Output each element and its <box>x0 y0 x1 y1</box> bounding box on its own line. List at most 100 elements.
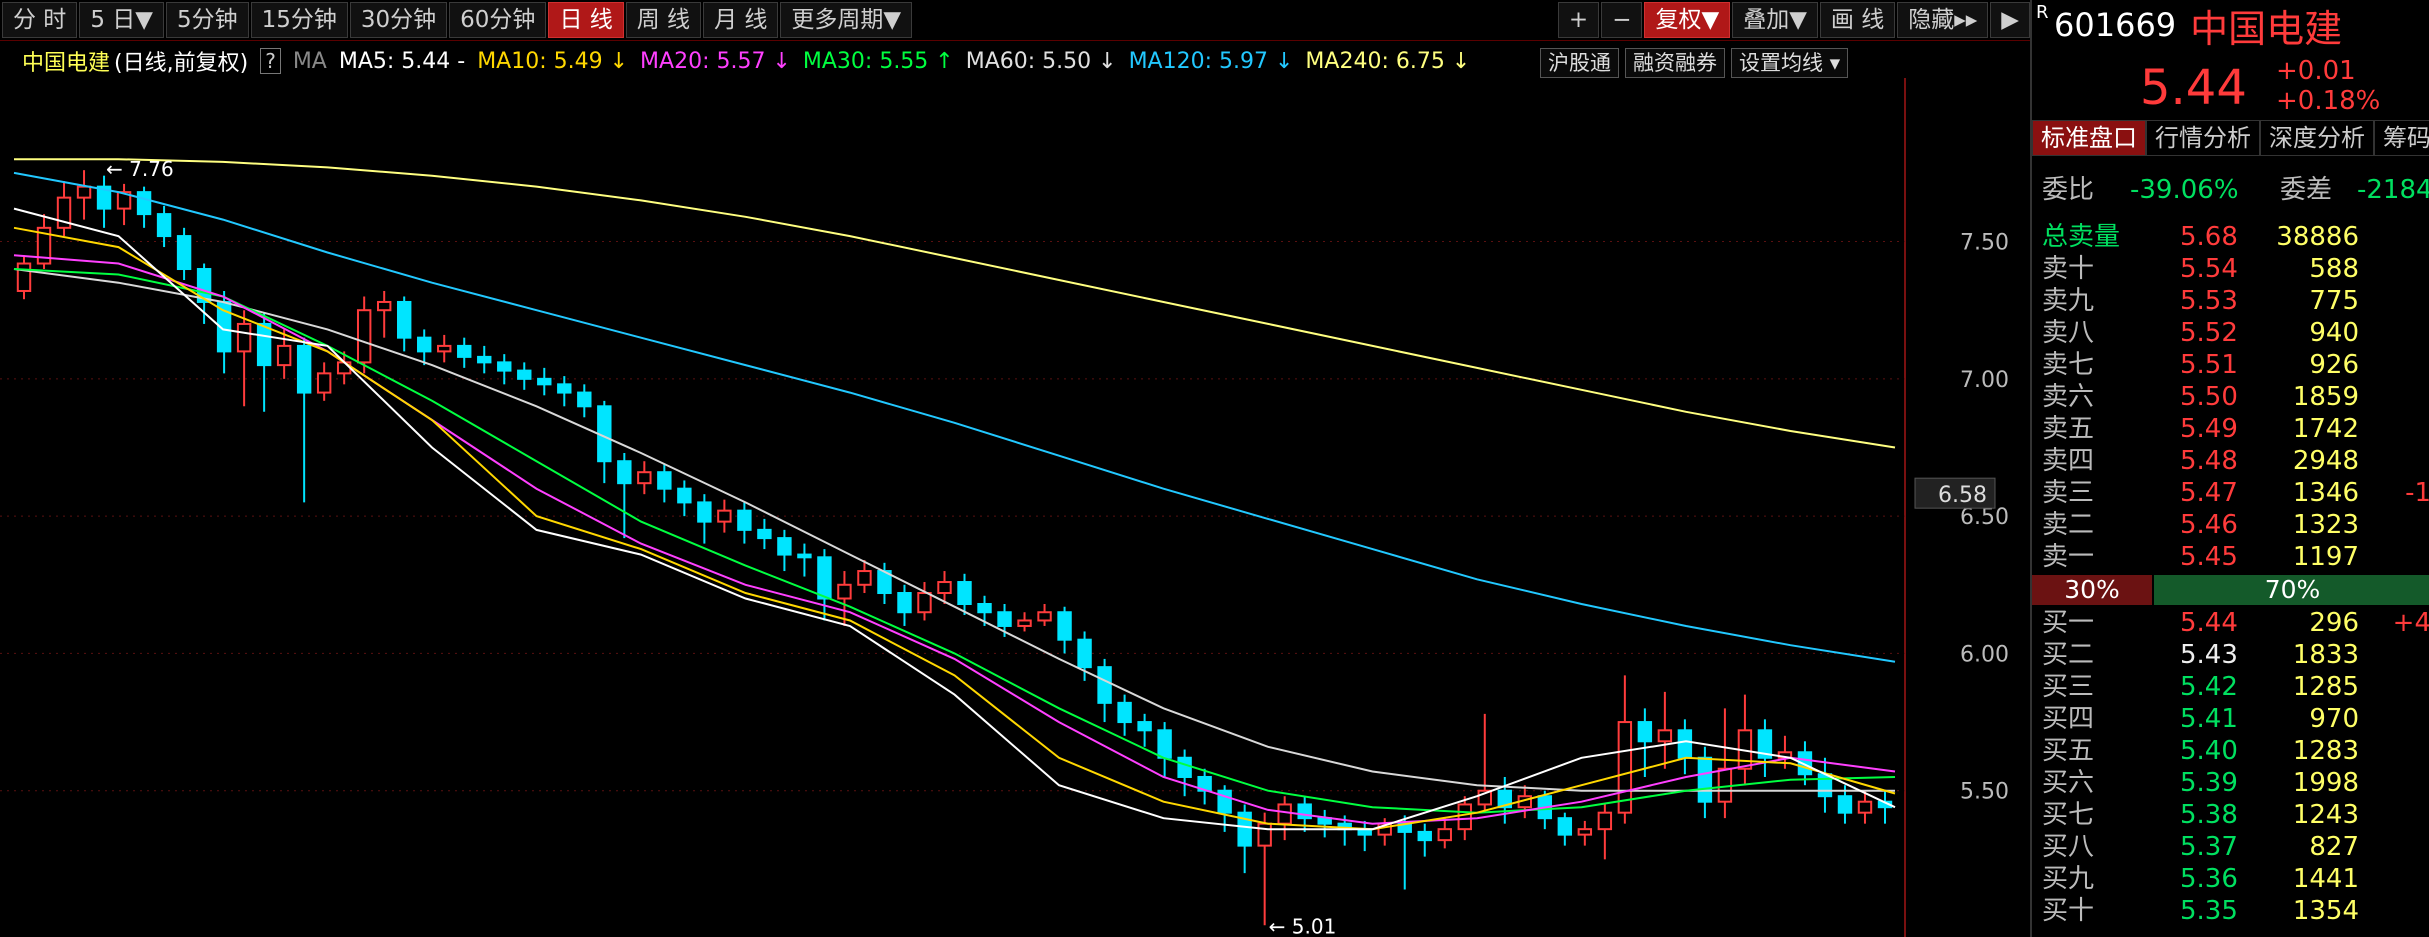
ma-value-2: MA20: 5.57 ↓ <box>640 48 791 74</box>
candle-body <box>837 583 852 600</box>
row-volume: 1441 <box>2292 864 2359 894</box>
candle-body <box>156 213 172 238</box>
row-price: 5.47 <box>2180 478 2238 508</box>
stock-header: R 601669 中国电建 <box>2032 0 2429 51</box>
period-button-5[interactable]: 60分钟 <box>449 2 547 38</box>
period-button-4[interactable]: 30分钟 <box>349 2 448 38</box>
row-label: 卖九 <box>2042 286 2095 316</box>
candle-body <box>1837 795 1853 814</box>
total-sell-row: 总卖量 5.68 38886 <box>2032 222 2429 253</box>
toolbar-right-button-1[interactable]: − <box>1601 2 1643 38</box>
ratio-bar: 30% 70% <box>2032 575 2429 605</box>
row-price: 5.36 <box>2180 864 2238 894</box>
weibi-row: 委比 -39.06% 委差 -21846 <box>2032 175 2429 206</box>
toolbar-right-button-3[interactable]: 叠加▼ <box>1732 2 1818 38</box>
row-label: 买一 <box>2042 608 2095 638</box>
ma-values: MA5: 5.44 - MA10: 5.49 ↓ MA20: 5.57 ↓ MA30:… <box>339 49 1482 74</box>
kline-chart[interactable]: 7.50 7.00 6.50 6.00 5.50 6.58 ← 7.76 ← 5.01 <box>0 78 2030 937</box>
candle-body <box>356 309 372 364</box>
candle-body <box>1857 800 1873 814</box>
candle-body <box>677 487 692 504</box>
row-label: 买十 <box>2042 896 2095 926</box>
candle-body <box>276 344 292 367</box>
candle-body <box>497 361 512 372</box>
period-button-1[interactable]: 5 日▼ <box>79 2 164 38</box>
quote-tab-0[interactable]: 标准盘口 <box>2032 120 2146 156</box>
candle-body <box>1157 729 1172 759</box>
buy-row-6: 买七 5.38 1243 <box>2032 800 2429 831</box>
candle-body <box>1637 721 1653 743</box>
candle-body <box>1097 666 1112 704</box>
toolbar-right-button-5[interactable]: 隐藏▸▸ <box>1897 2 1989 38</box>
period-button-7[interactable]: 周 线 <box>625 2 702 38</box>
toolbar-right-button-6[interactable]: ▶ <box>1990 2 2030 38</box>
quote-tab-1[interactable]: 行情分析 <box>2146 120 2260 156</box>
row-volume: 1742 <box>2292 414 2359 444</box>
row-label: 买二 <box>2042 640 2095 670</box>
candle-body <box>1817 773 1833 798</box>
row-price: 5.35 <box>2180 896 2238 926</box>
candle-body <box>1437 828 1452 842</box>
row-volume: 296 <box>2309 608 2359 638</box>
period-button-8[interactable]: 月 线 <box>703 2 779 38</box>
period-button-6[interactable]: 日 线 <box>548 2 624 38</box>
weibi-label: 委比 <box>2042 175 2095 205</box>
candle-body <box>1177 756 1192 778</box>
sell-row-6: 卖四 5.48 2948 <box>2032 446 2429 477</box>
toolbar-right-button-4[interactable]: 画 线 <box>1819 2 1896 38</box>
candle-body <box>1657 729 1673 743</box>
sell-row-3: 卖七 5.51 926 <box>2032 350 2429 381</box>
quote-tab-2[interactable]: 深度分析 <box>2260 120 2374 156</box>
row-volume: 926 <box>2309 350 2359 380</box>
candle-body <box>817 556 832 600</box>
period-button-3[interactable]: 15分钟 <box>250 2 348 38</box>
toolbar-right-button-2[interactable]: 复权▼ <box>1644 2 1731 38</box>
toolbar-right: + − 复权▼ 叠加▼ 画 线隐藏▸▸ ▶ <box>1556 0 2030 40</box>
row-label: 买六 <box>2042 768 2095 798</box>
y-tick-label: 7.00 <box>1960 368 2009 393</box>
candle-body <box>76 185 92 199</box>
y-tick-label: 6.50 <box>1960 505 2009 530</box>
candle-body <box>136 191 152 216</box>
help-button[interactable]: ? <box>260 48 281 74</box>
y-tick-label: 5.50 <box>1960 780 2009 805</box>
candle-body <box>397 300 412 339</box>
legend-button-0[interactable]: 沪股通 <box>1540 48 1619 78</box>
period-button-0[interactable]: 分 时 <box>2 2 78 38</box>
candle-body <box>1277 803 1292 825</box>
row-price: 5.49 <box>2180 414 2238 444</box>
row-label: 卖三 <box>2042 478 2095 508</box>
row-price: 5.68 <box>2180 222 2238 252</box>
row-volume: 1346 <box>2292 478 2359 508</box>
candle-body <box>637 471 652 485</box>
ma-line-ma5 <box>13 207 1896 831</box>
r-badge-icon: R <box>2036 2 2049 23</box>
row-price: 5.38 <box>2180 800 2238 830</box>
candle-body <box>717 509 732 523</box>
price-change: +0.01 +0.18% <box>2276 56 2380 116</box>
candle-body <box>16 262 32 292</box>
period-button-9[interactable]: 更多周期▼ <box>780 2 913 38</box>
row-label: 买九 <box>2042 864 2095 894</box>
row-price: 5.54 <box>2180 254 2238 284</box>
weicha-value: -21846 <box>2357 175 2429 205</box>
row-price: 5.51 <box>2180 350 2238 380</box>
legend-button-1[interactable]: 融资融券 <box>1625 48 1725 78</box>
row-price: 5.52 <box>2180 318 2238 348</box>
legend-button-2[interactable]: 设置均线 ▾ <box>1731 48 1849 78</box>
toolbar-right-button-0[interactable]: + <box>1557 2 1600 38</box>
row-volume: 1243 <box>2292 800 2359 830</box>
row-label: 买四 <box>2042 704 2095 734</box>
ma-value-1: MA10: 5.49 ↓ <box>477 48 629 74</box>
low-price-label: ← 5.01 <box>1269 914 1337 937</box>
row-volume: 588 <box>2309 254 2359 284</box>
sell-row-8: 卖二 5.46 1323 <box>2032 510 2429 541</box>
change-pct: +0.18% <box>2276 86 2381 116</box>
y-tick-label: 7.50 <box>1960 231 2009 256</box>
ma-value-5: MA120: 5.97 ↓ <box>1128 48 1294 74</box>
row-label: 买八 <box>2042 832 2095 862</box>
period-button-2[interactable]: 5分钟 <box>165 2 249 38</box>
candle-body <box>917 592 932 614</box>
candle-body <box>1697 756 1713 803</box>
quote-tab-3[interactable]: 筹码 <box>2374 120 2429 156</box>
